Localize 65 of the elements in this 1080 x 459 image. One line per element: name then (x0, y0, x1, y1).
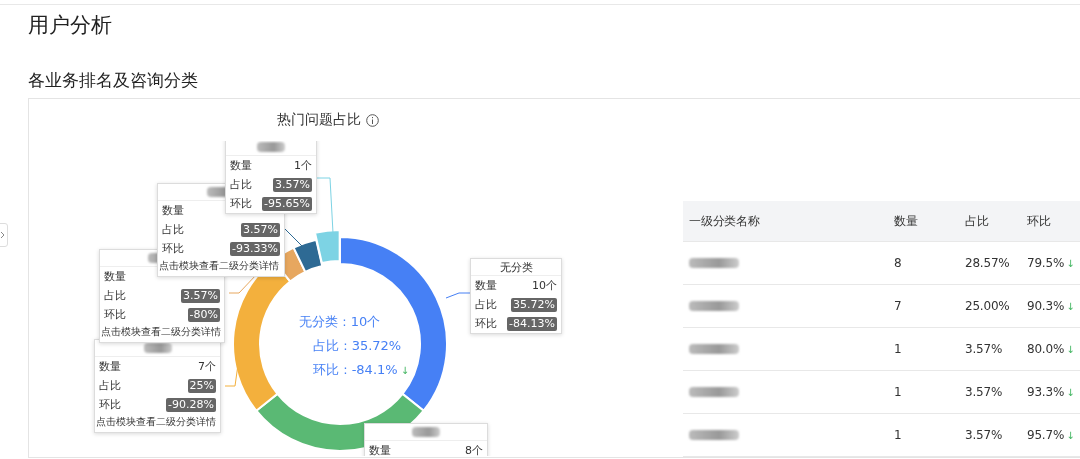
tooltip-label: 环比 (162, 241, 184, 256)
page-title: 用户分析 (28, 12, 113, 39)
tooltip-value-tag: 3.57% (273, 177, 312, 192)
down-arrow: ↓ (1066, 300, 1075, 312)
table-cell-text: 3.57% (964, 342, 1004, 356)
table-cell-text: 3.57% (964, 428, 1004, 442)
table-cell: 80.0% (1027, 342, 1065, 356)
tooltip-label: 环比 (475, 316, 497, 331)
tooltip-label: 占比 (104, 288, 126, 303)
tooltip-label: 数量 (99, 359, 121, 374)
tooltip-label: 数量 (162, 203, 184, 218)
tooltip-hint: 点击模块查看二级分类详情 (95, 415, 217, 429)
tooltip-label: 环比 (230, 196, 252, 211)
table-cell: 93.3% (1027, 385, 1065, 399)
table-cell: 79.5% (1027, 256, 1065, 270)
table-cell-text: 7 (893, 299, 903, 313)
column-header: 环比 (1026, 212, 1052, 230)
table-cell: 90.3% (1027, 299, 1065, 313)
tooltip-label: 占比 (475, 297, 497, 312)
center-label: 占比 : 35.72% (313, 337, 402, 355)
tooltip-value-tag: -80% (187, 307, 220, 322)
tooltip-value-tag: 35.72% (511, 297, 557, 312)
down-arrow: ↓ (1066, 343, 1075, 355)
down-arrow: ↓ (1066, 257, 1075, 269)
tooltip-label: 数量 (230, 158, 252, 173)
table-cell: 95.7% (1027, 428, 1065, 442)
tooltip-value-tag: -95.65% (262, 196, 312, 211)
tooltip-label: 数量 (475, 278, 497, 293)
table-cell-text: 25.00% (964, 299, 1011, 313)
tooltip-value: 10个 (532, 278, 557, 293)
down-arrow: ↓ (1066, 386, 1075, 398)
tooltip-label: 占比 (99, 378, 121, 393)
tooltip-value: 1个 (294, 158, 312, 173)
table-cell-text: 1 (893, 342, 903, 356)
tooltip-hint: 点击模块查看二级分类详情 (100, 325, 222, 339)
tooltip-label: 数量 (104, 269, 126, 284)
table-cell-text: 1 (893, 428, 903, 442)
down-arrow: ↓ (400, 364, 410, 376)
chart-title: 热门问题占比 (277, 111, 361, 129)
tooltip-label: 数量 (369, 443, 391, 456)
table-cell-text: 28.57% (964, 256, 1011, 270)
table-cell-text: 3.57% (964, 385, 1004, 399)
down-arrow: ↓ (1066, 429, 1075, 441)
tooltip-label: 占比 (230, 177, 252, 192)
tooltip-label: 占比 (162, 222, 184, 237)
tooltip-hint: 点击模块查看二级分类详情 (158, 259, 280, 273)
tooltip-label: 环比 (99, 397, 121, 412)
column-header: 占比 (964, 212, 990, 230)
tooltip-value-tag: -93.33% (230, 241, 280, 256)
tooltip-value-tag: 3.57% (241, 222, 280, 237)
tooltip-value-tag: -90.28% (166, 397, 216, 412)
section-title: 各业务排名及咨询分类 (28, 69, 199, 92)
tooltip-title: 无分类 (499, 259, 533, 275)
column-header: 数量 (893, 212, 919, 230)
center-label: 无分类 : 10个 (299, 313, 381, 331)
tooltip-value-tag: 25% (187, 378, 216, 393)
tooltip-label: 环比 (104, 307, 126, 322)
column-header: 一级分类名称 (688, 212, 761, 230)
tooltip-value-tag: 3.57% (181, 288, 220, 303)
table-cell-text: 8 (893, 256, 903, 270)
tooltip-value: 8个 (465, 443, 483, 456)
tooltip-value: 7个 (198, 359, 216, 374)
table-cell-text: 1 (893, 385, 903, 399)
tooltip-value-tag: -84.13% (507, 316, 557, 331)
center-label: 环比 : -84.1% (313, 361, 398, 379)
